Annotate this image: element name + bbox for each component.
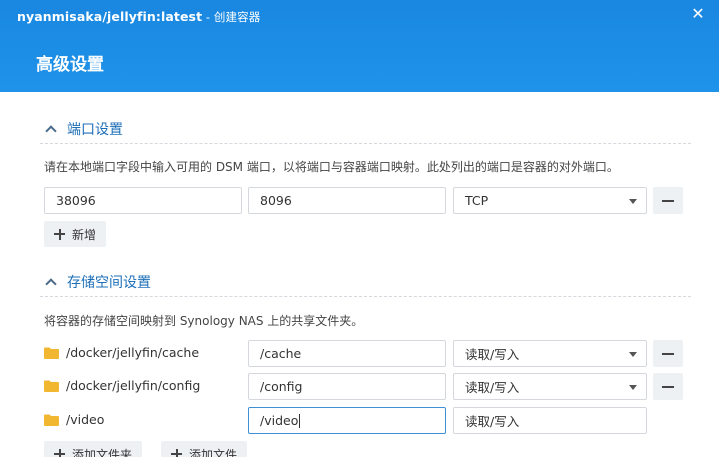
local-port-input[interactable]: 38096 <box>44 187 242 214</box>
minus-icon <box>662 385 674 388</box>
mount-path-value: /video <box>260 413 299 428</box>
permission-select[interactable]: 读取/写入 <box>453 373 647 400</box>
folder-path: /docker/jellyfin/config <box>66 378 201 393</box>
permission-select-value: 读取/写入 <box>465 414 520 429</box>
dropdown-arrow-icon <box>629 385 637 390</box>
folder-path: /video <box>66 412 105 427</box>
window-title: nyanmisaka/jellyfin:latest - 创建容器 <box>17 9 260 25</box>
page-title: 高级设置 <box>36 55 104 75</box>
add-file-label: 添加文件 <box>189 447 238 457</box>
folder-icon <box>44 380 59 392</box>
permission-select-value: 读取/写入 <box>465 380 520 395</box>
add-folder-label: 添加文件夹 <box>72 447 133 457</box>
divider <box>40 296 691 297</box>
add-file-button[interactable]: 添加文件 <box>161 441 248 457</box>
folder-path: /docker/jellyfin/cache <box>66 345 200 360</box>
permission-select[interactable]: 读取/写入 <box>453 407 647 434</box>
window-title-subtitle: - 创建容器 <box>202 10 261 24</box>
chevron-up-icon <box>44 275 58 289</box>
permission-select-value: 读取/写入 <box>465 347 520 362</box>
add-port-label: 新增 <box>72 227 97 242</box>
protocol-select[interactable]: TCP <box>453 187 647 214</box>
add-port-button[interactable]: 新增 <box>44 221 107 247</box>
port-settings-title: 端口设置 <box>67 122 123 138</box>
remove-folder-button[interactable] <box>653 340 683 367</box>
mount-path-input[interactable]: /cache <box>248 340 446 367</box>
text-cursor <box>299 413 301 428</box>
storage-settings-header[interactable]: 存储空间设置 <box>44 272 151 292</box>
plus-icon <box>54 228 65 240</box>
dropdown-arrow-icon <box>629 352 637 357</box>
mount-path-input[interactable]: /config <box>248 373 446 400</box>
window-title-text: nyanmisaka/jellyfin:latest <box>17 9 203 24</box>
port-settings-header[interactable]: 端口设置 <box>44 119 123 139</box>
remove-port-button[interactable] <box>653 187 683 214</box>
folder-icon <box>44 414 59 426</box>
dialog-header: nyanmisaka/jellyfin:latest - 创建容器 ✕ 高级设置 <box>0 0 719 92</box>
protocol-select-value: TCP <box>465 193 489 208</box>
chevron-up-icon <box>44 122 58 136</box>
close-icon[interactable]: ✕ <box>689 5 707 23</box>
remove-folder-button[interactable] <box>653 373 683 400</box>
dropdown-arrow-icon <box>629 199 637 204</box>
permission-select[interactable]: 读取/写入 <box>453 340 647 367</box>
minus-icon <box>662 199 674 202</box>
minus-icon <box>662 352 674 355</box>
divider <box>40 143 691 144</box>
folder-icon <box>44 347 59 359</box>
mount-path-input[interactable]: /video <box>248 407 446 434</box>
port-settings-description: 请在本地端口字段中输入可用的 DSM 端口，以将端口与容器端口映射。此处列出的端… <box>44 160 619 174</box>
container-port-input[interactable]: 8096 <box>248 187 446 214</box>
plus-icon <box>54 448 65 457</box>
storage-settings-title: 存储空间设置 <box>67 275 151 291</box>
add-folder-button[interactable]: 添加文件夹 <box>44 441 143 457</box>
storage-settings-description: 将容器的存储空间映射到 Synology NAS 上的共享文件夹。 <box>44 314 364 328</box>
plus-icon <box>171 448 182 457</box>
